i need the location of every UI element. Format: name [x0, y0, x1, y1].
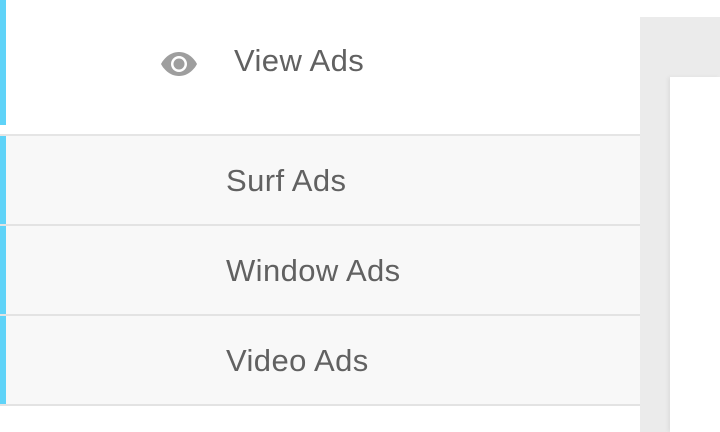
content-panel: [670, 77, 720, 432]
active-accent-bar: [0, 0, 6, 125]
submenu-item-label: Window Ads: [226, 253, 401, 288]
menu-item-view-ads[interactable]: View Ads: [0, 0, 640, 136]
eye-icon: [161, 52, 197, 76]
accent-bar: [0, 136, 6, 224]
submenu-item-label: Video Ads: [226, 343, 369, 378]
menu-item-label: View Ads: [234, 43, 365, 78]
submenu-item-window-ads[interactable]: Window Ads: [0, 226, 640, 316]
accent-bar: [0, 226, 6, 314]
sidebar-menu: View Ads Surf Ads Window Ads Video Ads: [0, 0, 640, 432]
page: View Ads Surf Ads Window Ads Video Ads: [0, 0, 720, 432]
submenu-item-surf-ads[interactable]: Surf Ads: [0, 136, 640, 226]
accent-bar: [0, 316, 6, 404]
submenu-item-video-ads[interactable]: Video Ads: [0, 316, 640, 406]
submenu-item-label: Surf Ads: [226, 163, 347, 198]
